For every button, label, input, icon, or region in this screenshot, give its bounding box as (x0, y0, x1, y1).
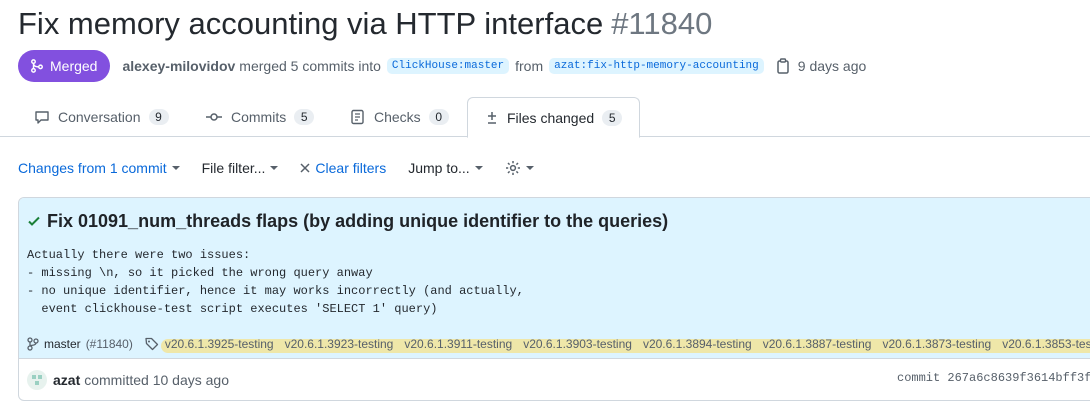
avatar[interactable] (27, 369, 47, 390)
file-filter-label: File filter... (201, 160, 266, 176)
merge-text: merged 5 commits into (239, 58, 381, 74)
pr-meta: Merged alexey-milovidov merged 5 commits… (18, 50, 866, 82)
tag-link[interactable]: v20.6.1.3873-testing (882, 337, 991, 351)
git-branch-icon (27, 337, 39, 351)
tab-label: Conversation (58, 109, 141, 125)
tag-icon (145, 337, 159, 351)
head-branch[interactable]: azat:fix-http-memory-accounting (549, 58, 764, 74)
tab-conversation[interactable]: Conversation 9 (34, 97, 169, 137)
changes-from-dropdown[interactable]: Changes from 1 commit (18, 160, 180, 176)
pr-tabs: Conversation 9 Commits 5 Checks 0 Files … (0, 97, 1090, 138)
check-icon (27, 214, 41, 228)
tab-count: 5 (602, 109, 623, 126)
tag-link[interactable]: v20.6.1.3887-testing (763, 337, 872, 351)
tag-link[interactable]: v20.6.1.3923-testing (285, 337, 394, 351)
merged-badge: Merged (18, 50, 111, 82)
commit-description: Actually there were two issues: - missin… (27, 248, 524, 316)
time-ago: 9 days ago (797, 58, 867, 74)
author-link[interactable]: alexey-milovidov (122, 58, 235, 74)
tab-count: 5 (294, 109, 315, 125)
commit-title: Fix 01091_num_threads flaps (by adding u… (27, 208, 1090, 234)
tab-count: 0 (428, 109, 449, 125)
settings-dropdown[interactable] (505, 160, 534, 176)
chevron-down-icon (525, 166, 534, 170)
commit-footer: azat committed 10 days ago commit 267a6c… (19, 359, 1090, 400)
files-toolbar: Changes from 1 commit File filter... Cle… (18, 156, 556, 180)
checklist-icon (350, 109, 366, 125)
commit-title-text: Fix 01091_num_threads flaps (by adding u… (47, 210, 669, 231)
tag-link[interactable]: v20.6.1.3853-testing (1002, 337, 1090, 351)
base-branch[interactable]: ClickHouse:master (386, 58, 510, 74)
commit-refs: master (#11840) v20.6.1.3925-testing v20… (27, 334, 1090, 354)
chevron-down-icon (474, 166, 483, 170)
commit-icon (205, 109, 223, 125)
clear-filters-button[interactable]: Clear filters (300, 160, 386, 176)
jump-to-dropdown[interactable]: Jump to... (408, 160, 483, 176)
chevron-down-icon (171, 166, 180, 170)
tab-label: Files changed (507, 109, 595, 126)
commit-box: Fix 01091_num_threads flaps (by adding u… (18, 197, 1090, 401)
tab-count: 9 (148, 109, 169, 125)
comment-icon (34, 109, 50, 125)
pr-title: Fix memory accounting via HTTP interface… (18, 6, 712, 42)
close-icon (300, 163, 310, 173)
file-diff-icon (485, 110, 499, 126)
from-text: from (515, 58, 544, 74)
tab-files-changed[interactable]: Files changed 5 (467, 97, 641, 138)
copy-icon[interactable] (776, 58, 790, 74)
tag-link[interactable]: v20.6.1.3894-testing (643, 337, 752, 351)
tab-label: Checks (374, 109, 421, 125)
tab-commits[interactable]: Commits 5 (205, 97, 315, 137)
clear-filters-label: Clear filters (315, 160, 387, 176)
tag-link[interactable]: v20.6.1.3911-testing (404, 337, 512, 351)
commit-sha[interactable]: commit 267a6c8639f3614bff3ff (897, 371, 1090, 385)
jump-to-label: Jump to... (408, 160, 470, 176)
committed-text: committed 10 days ago (84, 371, 229, 388)
merged-label: Merged (50, 58, 98, 74)
tab-checks[interactable]: Checks 0 (350, 97, 449, 137)
pr-number: #11840 (611, 6, 713, 41)
changes-prefix: Changes from (18, 160, 106, 176)
tag-link[interactable]: v20.6.1.3925-testing (165, 337, 274, 351)
gear-icon (505, 160, 521, 176)
branch-link[interactable]: master (44, 337, 81, 351)
merge-icon (30, 59, 44, 73)
commit-header: Fix 01091_num_threads flaps (by adding u… (19, 198, 1090, 359)
pr-title-text: Fix memory accounting via HTTP interface (18, 6, 604, 41)
committer-link[interactable]: azat (53, 372, 80, 388)
file-filter-dropdown[interactable]: File filter... (202, 160, 279, 176)
pr-ref-link[interactable]: (#11840) (86, 337, 133, 351)
tag-link[interactable]: v20.6.1.3903-testing (523, 337, 632, 351)
tab-label: Commits (231, 109, 287, 125)
tag-list: v20.6.1.3925-testing v20.6.1.3923-testin… (160, 337, 1090, 353)
chevron-down-icon (270, 166, 279, 170)
changes-link: 1 commit (109, 160, 167, 176)
